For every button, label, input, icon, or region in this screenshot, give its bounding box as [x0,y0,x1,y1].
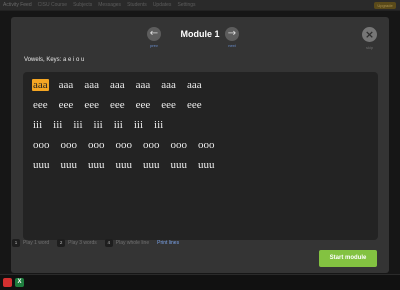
nav-item-settings[interactable]: Settings [177,2,195,8]
close-label: skip [365,45,374,50]
exercise-line: aaa aaa aaa aaa aaa aaa aaa [32,79,225,99]
word: iii [73,119,83,131]
exercise-line: eee eee eee eee eee eee eee [32,99,225,119]
current-word: aaa [32,79,49,91]
excel-icon[interactable]: X [15,278,24,287]
word: iii [53,119,63,131]
word: uuu [115,159,133,171]
word: iii [154,119,164,131]
lesson-subtitle: Vowels, Keys: a e i o u [24,57,85,63]
word: ooo [33,139,50,151]
word: iii [93,119,103,131]
prev-label: prev [150,43,158,48]
play-3-words-option[interactable]: 2 Play 3 words [57,239,97,247]
red-app-icon[interactable] [3,278,12,287]
word: iii [133,119,144,131]
word: aaa [135,79,151,91]
nav-item-messages[interactable]: Messages [98,2,121,8]
exercise-line: uuu uuu uuu uuu uuu uuu uuu [32,159,225,179]
word: ooo [60,139,78,151]
arrow-left-icon: ← [149,28,159,39]
word: ooo [170,139,188,151]
print-lines-link[interactable]: Print lines [157,240,179,246]
word: aaa [84,79,99,91]
word: ooo [143,139,160,151]
close-button[interactable]: × [362,27,377,42]
next-button[interactable]: → [225,27,239,41]
next-label: next [228,43,236,48]
background-top-nav: Activity Feed CISU Course Subjects Messa… [0,0,400,11]
modal-footer: 1 Play 1 word 2 Play 3 words 4 Play whol… [12,237,372,249]
option-label: Play 3 words [68,240,97,246]
close-icon: × [364,28,375,41]
word: ooo [115,139,133,151]
word: eee [109,99,125,111]
word: uuu [33,159,50,171]
exercise-lines: aaa aaa aaa aaa aaa aaa aaa eee eee eee eee eee eee… [32,79,225,179]
exercise-line: iii iii iii iii iii iii iii [32,119,225,139]
play-1-word-option[interactable]: 1 Play 1 word [12,239,49,247]
prev-button[interactable]: ← [147,27,161,41]
word: iii [113,119,123,131]
shortcut-key: 1 [12,239,20,247]
word: eee [84,99,99,111]
word: eee [135,99,151,111]
play-whole-line-option[interactable]: 4 Play whole line [104,239,150,247]
word: aaa [186,79,202,91]
option-label: Play whole line [115,240,150,246]
word: eee [161,99,176,111]
arrow-right-icon: → [227,28,237,39]
shortcut-key: 2 [57,239,66,247]
option-label: Play 1 word [23,240,50,246]
word: aaa [161,79,176,91]
exercise-line: ooo ooo ooo ooo ooo ooo ooo [32,139,225,159]
nav-item-subjects[interactable]: Subjects [73,2,92,8]
word: ooo [198,139,215,151]
word: uuu [198,159,215,171]
start-module-button[interactable]: Start module [319,250,377,267]
word: uuu [60,159,78,171]
word: aaa [58,79,74,91]
nav-item-updates[interactable]: Updates [153,2,172,8]
word: iii [33,119,43,131]
word: eee [33,99,48,111]
nav-item-activity-feed[interactable]: Activity Feed [3,2,32,8]
word: aaa [109,79,125,91]
word: eee [186,99,202,111]
taskbar: X [0,274,400,290]
word: ooo [88,139,105,151]
module-modal: ← prev Module 1 → next × skip Vowels, Ke… [11,17,389,273]
nav-item-course[interactable]: CISU Course [38,2,67,8]
word: uuu [170,159,188,171]
word: uuu [88,159,105,171]
upgrade-badge[interactable]: Upgrade [374,2,396,9]
word: eee [58,99,74,111]
word: uuu [143,159,160,171]
nav-item-students[interactable]: Students [127,2,147,8]
shortcut-key: 4 [104,239,113,247]
